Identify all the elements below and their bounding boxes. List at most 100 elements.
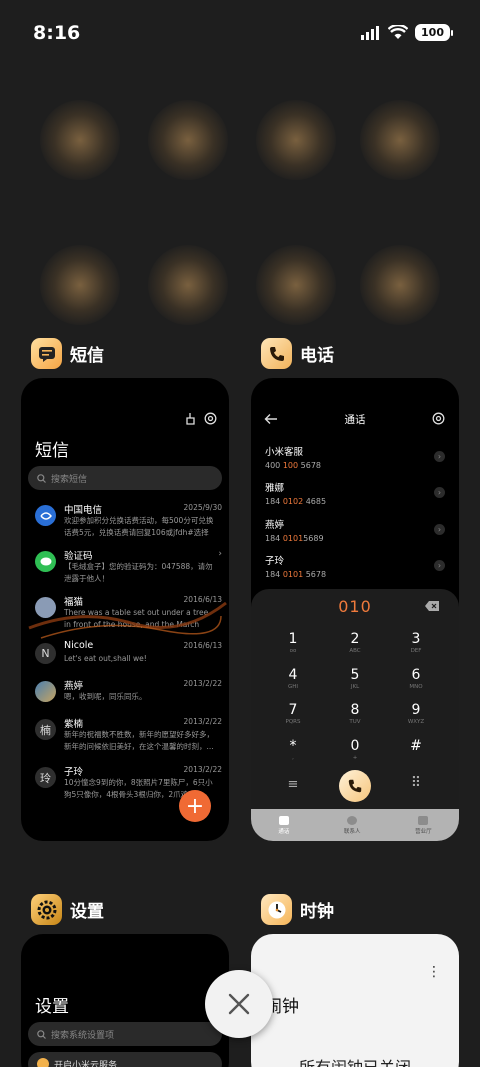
- telecom-avatar: [35, 505, 56, 526]
- sms-app-card[interactable]: 短信 搜索短信 中国电信 2025/9/30 欢迎参加积分兑换话费活动，每500…: [21, 378, 229, 841]
- dialpad: 010 1 oo 2 ABC 3 DEF 4 GHI 5 JKL 6 MNO 7 PQRS 8…: [251, 589, 459, 840]
- tab-contacts[interactable]: 联系人: [344, 815, 360, 835]
- clear-all-button[interactable]: [205, 970, 273, 1038]
- grid-icon[interactable]: ⠿: [391, 775, 441, 791]
- tab-business-hall[interactable]: 营业厅: [415, 815, 432, 835]
- app-title: 电话: [300, 346, 334, 366]
- dial-key[interactable]: 6 MNO: [391, 667, 441, 691]
- store-icon: [418, 815, 429, 825]
- contact-item[interactable]: 雅娜 184 0102 4685 ›: [265, 480, 447, 512]
- contact-item[interactable]: 小米客服 400 100 5678 ›: [265, 444, 447, 476]
- clock-icon: [261, 894, 292, 925]
- search-icon: [37, 473, 46, 483]
- phone-icon: [348, 779, 362, 793]
- gear-icon[interactable]: [204, 412, 217, 425]
- app-header-sms[interactable]: 短信: [31, 338, 104, 369]
- message-date: 2016/6/13: [183, 641, 222, 650]
- avatar: N: [35, 643, 56, 664]
- search-placeholder: 搜索系统设置项: [51, 1030, 115, 1041]
- message-sender: 验证码: [64, 551, 93, 562]
- message-sender: 紫楠: [64, 719, 84, 730]
- more-options-icon[interactable]: ⋮: [427, 964, 441, 980]
- call-button[interactable]: [339, 770, 371, 802]
- message-icon: [31, 338, 62, 369]
- sms-search-input[interactable]: 搜索短信: [28, 466, 222, 490]
- contact-name: 子玲: [265, 556, 285, 567]
- person-icon: [347, 815, 358, 825]
- close-icon: [228, 993, 250, 1015]
- message-date: 2013/2/22: [183, 765, 222, 774]
- dial-key[interactable]: 1 oo: [268, 631, 318, 655]
- message-preview: 嗯，收到呢，同乐同乐。: [64, 692, 147, 701]
- settings-item-label: 开启小米云服务: [54, 1060, 118, 1067]
- calligraphy-watermark: [28, 601, 227, 639]
- message-item[interactable]: 楠 紫楠 2013/2/22 新年的祝福数不胜数，新年的愿望好多好多，新年的问候…: [28, 716, 222, 761]
- contact-number: 184 0102 4685: [265, 497, 327, 506]
- phone-header: 通话: [251, 408, 459, 432]
- status-bar: 8:16 100: [0, 0, 480, 64]
- dial-key[interactable]: 2 ABC: [330, 631, 380, 655]
- message-date: 2013/2/22: [183, 717, 222, 726]
- chevron-right-icon[interactable]: ›: [434, 560, 445, 571]
- phone-app-card[interactable]: 通话 小米客服 400 100 5678 › 雅娜 184 0102 4685 …: [251, 378, 459, 841]
- clock-app-card[interactable]: ⋮ 闹钟 所有闹钟已关闭: [251, 934, 459, 1067]
- backspace-icon[interactable]: [425, 601, 439, 611]
- gear-icon[interactable]: [432, 412, 445, 425]
- avatar: 楠: [35, 719, 56, 740]
- cloud-icon: [37, 1058, 49, 1067]
- contact-number: 184 0101 5678: [265, 570, 327, 579]
- chevron-right-icon: ›: [218, 549, 222, 559]
- message-date: 2013/2/22: [183, 679, 222, 688]
- app-title: 短信: [70, 346, 104, 366]
- chevron-right-icon[interactable]: ›: [434, 451, 445, 462]
- dial-key[interactable]: #: [391, 738, 441, 762]
- contact-item[interactable]: 子玲 184 0101 5678 ›: [265, 553, 447, 585]
- signal-icon: [361, 25, 380, 40]
- message-date: 2025/9/30: [183, 503, 222, 512]
- message-item[interactable]: 中国电信 2025/9/30 欢迎参加积分兑换话费活动，每500分可兑换话费5元…: [28, 502, 222, 547]
- menu-icon[interactable]: ≡: [268, 777, 318, 792]
- new-message-button[interactable]: +: [179, 790, 211, 822]
- app-header-clock[interactable]: 时钟: [261, 894, 334, 925]
- dial-key[interactable]: 7 PQRS: [268, 702, 318, 726]
- gear-icon: [31, 894, 62, 925]
- search-placeholder: 搜索短信: [51, 474, 88, 485]
- settings-item-cloud[interactable]: 开启小米云服务: [28, 1052, 222, 1067]
- dial-key[interactable]: *,: [268, 738, 318, 762]
- message-preview: 新年的祝福数不胜数，新年的愿望好多好多，新年的问候依旧美好，在这个温馨的时刻，.…: [64, 730, 214, 751]
- dial-key[interactable]: 3 DEF: [391, 631, 441, 655]
- avatar: [35, 681, 56, 702]
- dial-key[interactable]: 8 TUV: [330, 702, 380, 726]
- clean-icon[interactable]: [184, 412, 196, 425]
- dial-key[interactable]: 4 GHI: [268, 667, 318, 691]
- sms-toolbar: [184, 412, 217, 425]
- page-title: 通话: [344, 414, 366, 426]
- chevron-right-icon[interactable]: ›: [434, 524, 445, 535]
- battery-indicator: 100: [415, 24, 453, 41]
- avatar: 玲: [35, 767, 56, 788]
- message-sender: 燕婷: [64, 681, 84, 692]
- dial-key[interactable]: 9 WXYZ: [391, 702, 441, 726]
- contact-number: 184 01015689: [265, 534, 324, 543]
- contact-item[interactable]: 燕婷 184 01015689 ›: [265, 517, 447, 549]
- wifi-icon: [388, 25, 409, 39]
- status-time: 8:16: [33, 22, 81, 44]
- dial-key[interactable]: 0 +: [330, 738, 380, 762]
- chevron-right-icon[interactable]: ›: [434, 487, 445, 498]
- empty-state-text: 所有闹钟已关闭: [251, 1054, 459, 1067]
- page-title: 短信: [35, 441, 69, 461]
- settings-app-card[interactable]: 设置 搜索系统设置项 开启小米云服务: [21, 934, 229, 1067]
- phone-icon: [278, 815, 289, 825]
- message-sender: 子玲: [64, 767, 84, 778]
- contact-name: 燕婷: [265, 520, 285, 531]
- message-preview: Let's eat out,shall we!: [64, 654, 147, 663]
- app-title: 设置: [70, 902, 104, 922]
- dial-key[interactable]: 5 JKL: [330, 667, 380, 691]
- contact-number: 400 100 5678: [265, 461, 321, 470]
- contact-name: 雅娜: [265, 483, 285, 494]
- tab-calls[interactable]: 通话: [278, 815, 289, 835]
- app-header-settings[interactable]: 设置: [31, 894, 104, 925]
- app-header-phone[interactable]: 电话: [261, 338, 334, 369]
- settings-search-input[interactable]: 搜索系统设置项: [28, 1022, 222, 1046]
- message-sender: Nicole: [64, 640, 94, 651]
